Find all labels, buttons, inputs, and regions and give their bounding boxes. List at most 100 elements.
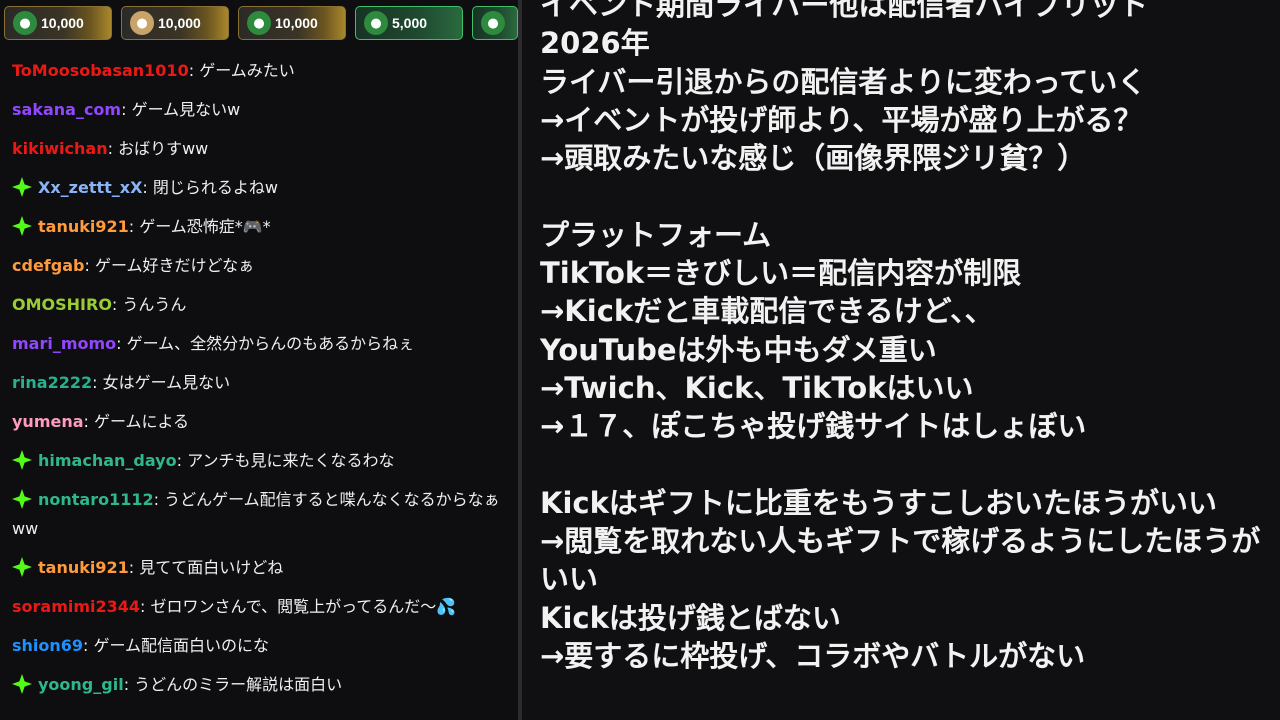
- chat-username[interactable]: tanuki921: [38, 217, 129, 236]
- chat-message: OMOSHIRO: うんうん: [12, 290, 504, 319]
- gift-leaderboard-bar: ● 10,000 ● 10,000 ● 10,000 ● 5,000 ●: [0, 4, 518, 42]
- chat-message: tanuki921: 見てて面白いけどね: [12, 553, 504, 582]
- chat-separator: :: [123, 675, 135, 694]
- chat-username[interactable]: sakana_com: [12, 100, 121, 119]
- gift-card[interactable]: ●: [472, 6, 518, 40]
- subscriber-badge-icon: [12, 557, 32, 577]
- chat-username[interactable]: mari_momo: [12, 334, 116, 353]
- note-line: →頭取みたいな感じ（画像界隈ジリ貧？）: [540, 141, 1087, 176]
- chat-message: sakana_com: ゲーム見ないw: [12, 95, 504, 124]
- notes-text: イベント期間ライバー他は配信者ハイブリット 2026年 ライバー引退からの配信者より…: [540, 0, 1270, 675]
- chat-separator: :: [128, 217, 140, 236]
- chat-message: shion69: ゲーム配信面白いのにな: [12, 631, 504, 660]
- leaf-avatar-icon: ●: [364, 11, 388, 35]
- gift-card[interactable]: ● 5,000: [355, 6, 463, 40]
- gift-card[interactable]: ● 10,000: [238, 6, 346, 40]
- chat-message: ToMoosobasan1010: ゲームみたい: [12, 56, 504, 85]
- chat-separator: :: [83, 412, 95, 431]
- note-line: →イベントが投げ師より、平場が盛り上がる？: [540, 102, 1143, 137]
- chat-text: ゲームみたい: [199, 61, 295, 80]
- chat-text: おばりすww: [118, 139, 209, 158]
- chat-separator: :: [92, 373, 103, 392]
- chat-separator: :: [128, 558, 140, 577]
- chat-message: tanuki921: ゲーム恐怖症*🎮*: [12, 212, 504, 241]
- chat-separator: :: [176, 451, 188, 470]
- chat-separator: :: [111, 295, 123, 314]
- note-line: 2026年: [540, 26, 650, 61]
- chat-message: himachan_dayo: アンチも見に来たくなるわな: [12, 446, 504, 475]
- chat-message: kikiwichan: おばりすww: [12, 134, 504, 163]
- note-line: TikTok＝きびしい＝配信内容が制限: [540, 256, 1022, 291]
- chat-separator: :: [153, 490, 165, 509]
- chat-separator: :: [84, 256, 95, 275]
- chat-username[interactable]: cdefgab: [12, 256, 84, 275]
- gift-amount: 10,000: [41, 15, 84, 31]
- chat-username[interactable]: nontaro1112: [38, 490, 154, 509]
- chat-username[interactable]: soramimi2344: [12, 597, 140, 616]
- face-avatar-icon: ●: [130, 11, 154, 35]
- note-line: →Kickだと車載配信できるけど、、: [540, 294, 994, 329]
- note-line: Kickは投げ銭とばない: [540, 600, 841, 635]
- chat-message: rina2222: 女はゲーム見ない: [12, 368, 504, 397]
- chat-text: ゲーム恐怖症*🎮*: [139, 217, 271, 236]
- chat-message-list: ToMoosobasan1010: ゲームみたい sakana_com: ゲーム見…: [12, 56, 504, 709]
- note-line: →閲覧を取れない人もギフトで稼げるようにしたほうがいい: [540, 524, 1261, 597]
- leaf-avatar-icon: ●: [247, 11, 271, 35]
- chat-separator: :: [121, 100, 132, 119]
- subscriber-badge-icon: [12, 674, 32, 694]
- chat-username[interactable]: shion69: [12, 636, 83, 655]
- chat-text: うどんのミラー解説は面白い: [134, 675, 343, 694]
- note-line: Kickはギフトに比重をもうすこしおいたほうがいい: [540, 485, 1218, 520]
- subscriber-badge-icon: [12, 489, 32, 509]
- chat-message: Xx_zettt_xX: 閉じられるよねw: [12, 173, 504, 202]
- note-line: イベント期間ライバー他は配信者ハイブリット: [540, 0, 1148, 22]
- note-line: →Twich、Kick、TikTokはいい: [540, 370, 974, 405]
- chat-text: うんうん: [122, 295, 187, 314]
- chat-separator: :: [140, 597, 151, 616]
- chat-message: soramimi2344: ゼロワンさんで、閲覧上がってるんだ〜💦: [12, 592, 504, 621]
- leaf-avatar-icon: ●: [13, 11, 37, 35]
- chat-message: mari_momo: ゲーム、全然分からんのもあるからねぇ: [12, 329, 504, 358]
- subscriber-badge-icon: [12, 450, 32, 470]
- chat-text: ゲーム配信面白いのにな: [93, 636, 270, 655]
- chat-username[interactable]: himachan_dayo: [38, 451, 177, 470]
- chat-username[interactable]: yoong_gil: [38, 675, 124, 694]
- chat-username[interactable]: OMOSHIRO: [12, 295, 112, 314]
- leaf-avatar-icon: ●: [481, 11, 505, 35]
- chat-username[interactable]: kikiwichan: [12, 139, 108, 158]
- chat-separator: :: [188, 61, 200, 80]
- chat-username[interactable]: yumena: [12, 412, 84, 431]
- chat-separator: :: [107, 139, 119, 158]
- chat-username[interactable]: rina2222: [12, 373, 92, 392]
- note-line: プラットフォーム: [540, 217, 772, 252]
- chat-text: ゲームによる: [94, 412, 190, 431]
- chat-message: cdefgab: ゲーム好きだけどなぁ: [12, 251, 504, 280]
- chat-text: ゲーム、全然分からんのもあるからねぇ: [126, 334, 415, 353]
- note-line: [540, 446, 1270, 484]
- gift-amount: 10,000: [158, 15, 201, 31]
- note-line: YouTubeは外も中もダメ重い: [540, 332, 937, 367]
- chat-text: 閉じられるよねw: [152, 178, 278, 197]
- chat-message: nontaro1112: うどんゲーム配信すると喋んなくなるからなぁww: [12, 485, 504, 543]
- chat-panel: ● 10,000 ● 10,000 ● 10,000 ● 5,000 ● ToMoosobasa…: [0, 0, 518, 720]
- chat-message: yoong_gil: うどんのミラー解説は面白い: [12, 670, 504, 699]
- note-line: →１７、ぽこちゃ投げ銭サイトはしょぼい: [540, 409, 1087, 444]
- gift-card[interactable]: ● 10,000: [121, 6, 229, 40]
- chat-separator: :: [142, 178, 153, 197]
- chat-username[interactable]: ToMoosobasan1010: [12, 61, 189, 80]
- gift-amount: 5,000: [392, 15, 428, 31]
- note-line: [540, 177, 1270, 215]
- chat-username[interactable]: Xx_zettt_xX: [38, 178, 142, 197]
- note-line: →要するに枠投げ、コラボやバトルがない: [540, 639, 1086, 674]
- note-line: ライバー引退からの配信者よりに変わっていく: [540, 64, 1147, 99]
- subscriber-badge-icon: [12, 216, 32, 236]
- chat-text: ゲーム好きだけどなぁ: [94, 256, 255, 275]
- chat-text: 見てて面白いけどね: [139, 558, 284, 577]
- notes-panel: イベント期間ライバー他は配信者ハイブリット 2026年 ライバー引退からの配信者より…: [522, 0, 1280, 720]
- gift-card[interactable]: ● 10,000: [4, 6, 112, 40]
- chat-text: 女はゲーム見ない: [102, 373, 231, 392]
- subscriber-badge-icon: [12, 177, 32, 197]
- chat-text: ゼロワンさんで、閲覧上がってるんだ〜💦: [150, 597, 457, 616]
- chat-username[interactable]: tanuki921: [38, 558, 129, 577]
- chat-separator: :: [116, 334, 127, 353]
